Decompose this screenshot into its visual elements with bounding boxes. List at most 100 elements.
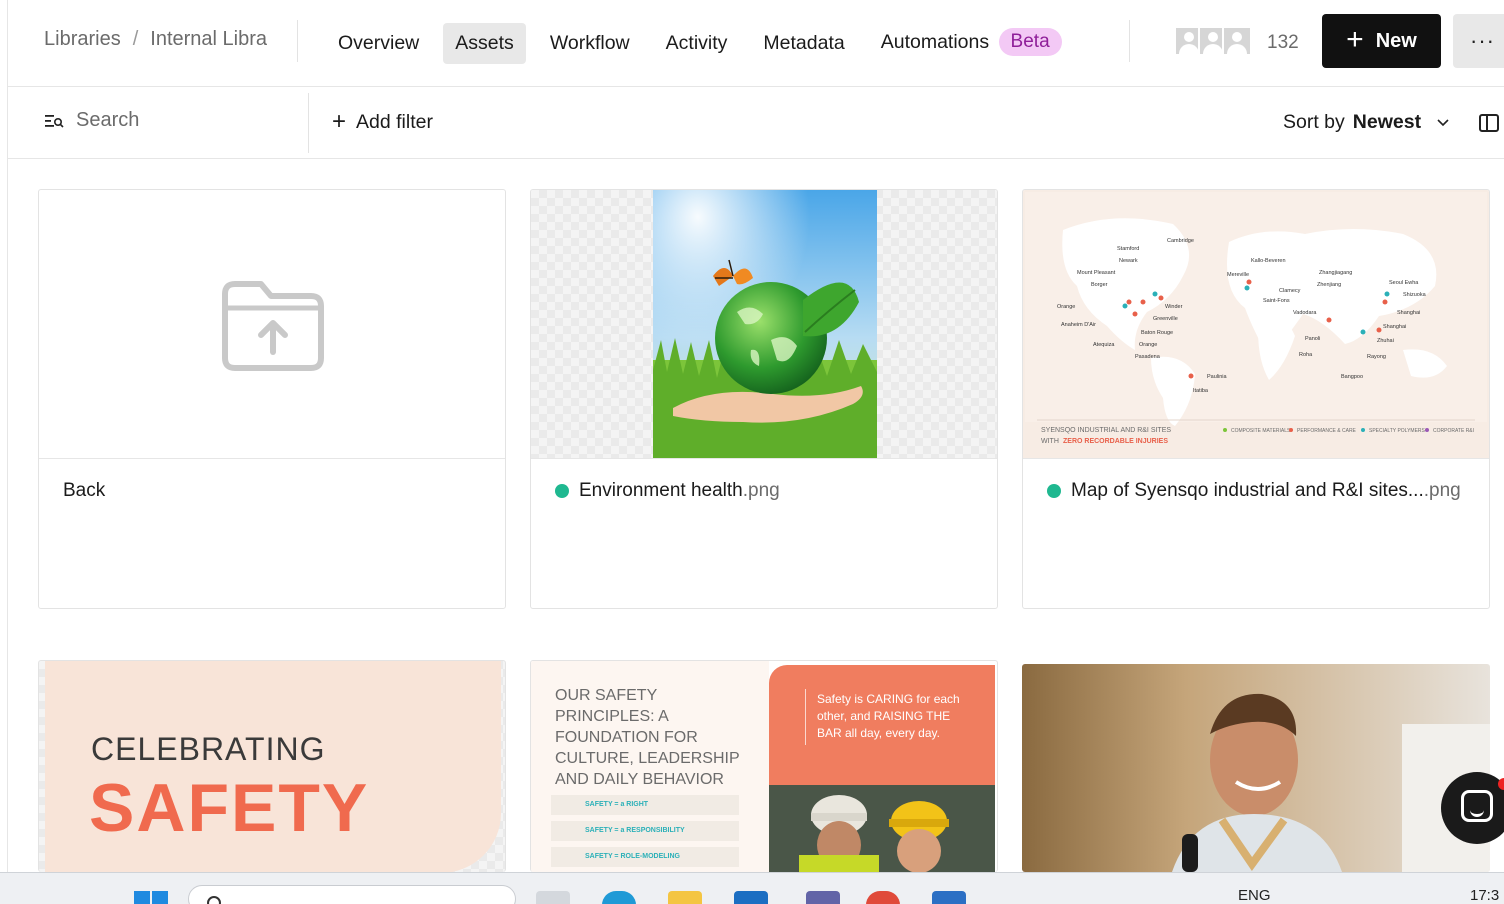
map-city-stamford: Stamford — [1117, 246, 1139, 252]
map-city-mount-pleasant: Mount Pleasant — [1077, 270, 1116, 276]
search-input[interactable]: Search — [44, 109, 139, 132]
breadcrumb: Libraries / Internal Libra — [44, 28, 267, 51]
chat-support-button[interactable] — [1441, 772, 1504, 844]
notification-dot — [1498, 778, 1504, 790]
map-city-rayong: Rayong — [1367, 354, 1386, 360]
map-city-shanghai-2: Shanghai — [1383, 324, 1406, 330]
speaker-photo-image — [1022, 664, 1490, 872]
add-filter-button[interactable]: + Add filter — [332, 109, 433, 134]
asset-card-environment-health[interactable]: Environment health.png — [530, 189, 998, 609]
avatar — [1222, 26, 1252, 56]
sort-value: Newest — [1352, 111, 1422, 133]
new-button-label: New — [1375, 29, 1417, 52]
map-city-zhuhai: Zhuhai — [1377, 338, 1394, 344]
taskbar-search-field[interactable] — [188, 885, 516, 904]
map-city-baton-rouge: Baton Rouge — [1141, 330, 1173, 336]
map-city-bangpoo: Bangpoo — [1341, 374, 1363, 380]
outlook-icon[interactable] — [734, 891, 768, 904]
windows-start-icon[interactable] — [134, 891, 168, 904]
map-city-greenville: Greenville — [1153, 316, 1178, 322]
celebrating-text: CELEBRATING — [91, 731, 326, 767]
asset-card-back[interactable]: Back — [38, 189, 506, 609]
map-legend-performance: PERFORMANCE & CARE — [1297, 428, 1357, 434]
chrome-icon[interactable] — [866, 891, 900, 904]
add-filter-label: Add filter — [356, 111, 433, 133]
asset-card-safety-principles[interactable]: OUR SAFETY PRINCIPLES: A FOUNDATION FOR … — [530, 660, 998, 872]
asset-card-sites-map[interactable]: Stamford Newark Mount Pleasant Borger Or… — [1022, 189, 1490, 609]
map-city-orange-ca: Orange — [1057, 304, 1075, 310]
search-filter-icon — [45, 114, 64, 128]
tab-automations[interactable]: Automations Beta — [869, 20, 1074, 66]
map-city-vadodara: Vadodara — [1293, 310, 1317, 316]
map-legend-composite: COMPOSITE MATERIALS — [1231, 428, 1291, 434]
map-city-panoli: Panoli — [1305, 336, 1320, 342]
safety-principles-thumbnail: OUR SAFETY PRINCIPLES: A FOUNDATION FOR … — [531, 661, 769, 872]
map-city-paulinia: Paulinia — [1207, 374, 1228, 380]
clock[interactable]: 17:3 — [1470, 887, 1499, 904]
map-city-winder: Winder — [1165, 304, 1183, 310]
filter-bar: Search + Add filter Sort by Newest — [8, 87, 1504, 159]
app-icon[interactable] — [932, 891, 966, 904]
tab-metadata[interactable]: Metadata — [751, 23, 856, 64]
map-city-itatiba: Itatiba — [1193, 388, 1209, 394]
map-subtitle-highlight: ZERO RECORDABLE INJURIES — [1063, 438, 1168, 445]
asset-card-label: Map of Syensqo industrial and R&I sites.… — [1047, 480, 1461, 502]
folder-upload-icon — [222, 281, 324, 371]
map-city-orange-tx: Orange — [1139, 342, 1157, 348]
hard-hat-workers-image — [769, 785, 995, 872]
sort-dropdown[interactable]: Sort by Newest — [1283, 111, 1451, 134]
tab-overview[interactable]: Overview — [326, 23, 431, 64]
map-city-zhangjiagang: Zhangjiagang — [1319, 270, 1352, 276]
map-city-clamecy: Clamecy — [1279, 288, 1301, 294]
map-city-cambridge: Cambridge — [1167, 238, 1194, 244]
new-button[interactable]: + New — [1322, 14, 1441, 68]
map-city-mereville: Mereville — [1227, 272, 1249, 278]
map-subtitle-prefix: WITH — [1041, 438, 1059, 445]
chat-icon — [1461, 790, 1493, 822]
map-city-borger: Borger — [1091, 282, 1108, 288]
map-city-shizuoka: Shizuoka — [1403, 292, 1427, 298]
world-map-image: Stamford Newark Mount Pleasant Borger Or… — [1025, 192, 1487, 445]
map-legend-polymers: SPECIALTY POLYMERS — [1369, 428, 1426, 434]
teams-icon[interactable] — [806, 891, 840, 904]
file-explorer-icon[interactable] — [668, 891, 702, 904]
file-name: Environment health — [579, 480, 743, 501]
orange-panel-rule — [805, 689, 806, 745]
chevron-down-icon — [1437, 118, 1449, 126]
earth-in-hand-image — [653, 190, 877, 458]
task-view-icon[interactable] — [536, 891, 570, 904]
map-city-seoul: Seoul Ewha — [1389, 280, 1419, 286]
principle-item: SAFETY = a RESPONSIBILITY — [551, 821, 739, 841]
side-panel-toggle-icon[interactable] — [1479, 114, 1499, 132]
member-count[interactable]: 132 — [1267, 32, 1299, 54]
os-taskbar: ENG 17:3 — [0, 872, 1504, 904]
principle-item: SAFETY = a RIGHT — [551, 795, 739, 815]
ellipsis-icon: ··· — [1470, 28, 1495, 53]
map-city-kallo: Kallo-Beveren — [1251, 258, 1286, 264]
more-options-button[interactable]: ··· — [1453, 14, 1504, 68]
back-label: Back — [63, 480, 106, 501]
tab-assets[interactable]: Assets — [443, 22, 526, 64]
asset-card-celebrating-safety[interactable]: CELEBRATING SAFETY — [38, 660, 506, 872]
header-divider — [297, 20, 298, 62]
file-name: Map of Syensqo industrial and R&I sites.… — [1071, 480, 1424, 501]
edge-browser-icon[interactable] — [602, 891, 636, 904]
asset-card-speaker-photo[interactable] — [1022, 664, 1490, 872]
tab-workflow[interactable]: Workflow — [538, 23, 642, 64]
map-thumbnail: Stamford Newark Mount Pleasant Borger Or… — [1023, 190, 1489, 459]
left-edge-strip — [0, 0, 8, 872]
tab-automations-label: Automations — [880, 31, 990, 53]
principles-orange-text: Safety is CARING for each other, and RAI… — [817, 692, 960, 740]
folder-thumbnail — [39, 190, 505, 459]
breadcrumb-current-library[interactable]: Internal Libra — [150, 28, 267, 51]
principles-heading: OUR SAFETY PRINCIPLES: A FOUNDATION FOR … — [555, 687, 740, 788]
map-city-pasadena: Pasadena — [1135, 354, 1161, 360]
member-avatars[interactable] — [1174, 26, 1252, 56]
status-dot-icon — [1047, 484, 1061, 498]
input-language-indicator[interactable]: ENG — [1238, 887, 1271, 904]
breadcrumb-libraries-link[interactable]: Libraries — [44, 28, 121, 51]
tab-activity[interactable]: Activity — [654, 23, 740, 64]
map-city-shanghai-1: Shanghai — [1397, 310, 1420, 316]
workers-photo — [769, 785, 995, 872]
search-icon — [207, 896, 221, 904]
